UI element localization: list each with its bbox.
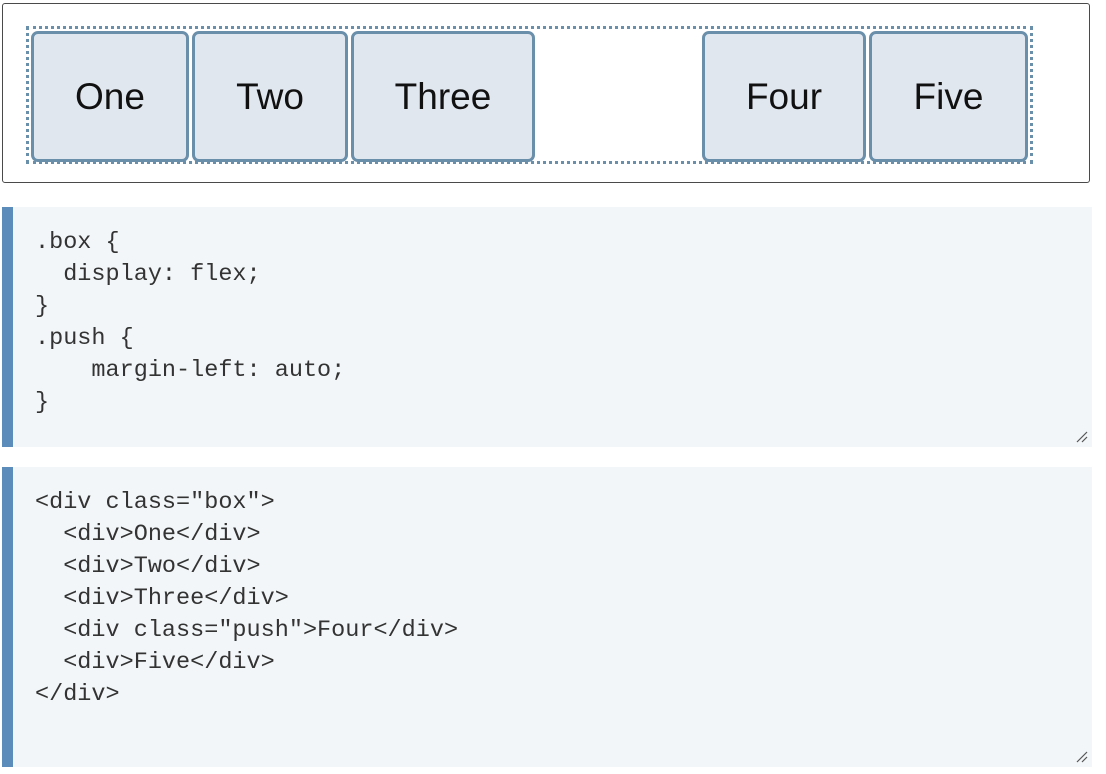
- flex-item-four-push: Four: [702, 31, 866, 162]
- flex-item-five: Five: [869, 31, 1028, 162]
- flex-item-three: Three: [351, 31, 535, 162]
- output-preview: One Two Three Four Five: [2, 3, 1090, 183]
- html-code-editor[interactable]: <div class="box"> <div>One</div> <div>Tw…: [2, 467, 1092, 767]
- css-code[interactable]: .box { display: flex; } .push { margin-l…: [13, 207, 1092, 419]
- resize-handle-icon[interactable]: [1076, 751, 1088, 763]
- flex-item-two: Two: [192, 31, 348, 162]
- flex-item-one: One: [31, 31, 189, 162]
- resize-handle-icon[interactable]: [1076, 431, 1088, 443]
- css-code-editor[interactable]: .box { display: flex; } .push { margin-l…: [2, 207, 1092, 447]
- html-code[interactable]: <div class="box"> <div>One</div> <div>Tw…: [13, 467, 1092, 711]
- flex-box: One Two Three Four Five: [26, 26, 1033, 164]
